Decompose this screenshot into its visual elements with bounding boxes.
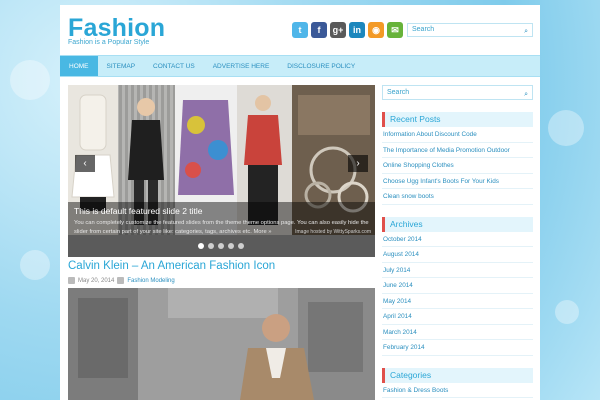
page-container: Fashion Fashion is a Popular Style t f g+ i… [60,5,540,400]
slider-dot[interactable] [238,243,244,249]
recent-posts-title: Recent Posts [382,112,533,127]
recent-posts-list: Information About Discount Code The Impor… [382,127,533,205]
archive-link[interactable]: May 2014 [382,294,533,309]
nav-item-sitemap[interactable]: Sitemap [98,56,145,76]
sidebar-search-input[interactable]: Search ⌕ [382,85,533,100]
site-header: Fashion Fashion is a Popular Style t f g+ i… [60,5,540,55]
post-meta: May 20, 2014 Fashion Modeling [68,277,175,284]
categories-list: Fashion & Dress Boots [382,383,533,398]
nav-item-advertise-here[interactable]: Advertise Here [204,56,279,76]
featured-slider: ‹ › This is default featured slide 2 tit… [68,85,375,257]
slider-prev-button[interactable]: ‹ [75,155,95,172]
archives-list: October 2014 August 2014 July 2014 June 201… [382,232,533,356]
categories-title: Categories [382,367,533,383]
post-featured-image[interactable] [68,288,375,400]
post-title[interactable]: Calvin Klein – An American Fashion Icon [68,260,275,272]
folder-icon [117,277,125,284]
category-link[interactable]: Fashion & Dress Boots [382,383,533,398]
header-search-placeholder: Search [412,26,435,33]
email-icon[interactable]: ✉ [387,22,403,38]
recent-post-link[interactable]: The Importance of Media Promotion Outdoo… [382,143,533,158]
sidebar-search-placeholder: Search [387,89,410,96]
nav-item-home[interactable]: Home [60,56,98,76]
googleplus-icon[interactable]: g+ [330,22,346,38]
recent-post-link[interactable]: Choose Ugg Infant's Boots For Your Kids [382,174,533,189]
site-tagline: Fashion is a Popular Style [68,39,150,46]
archive-link[interactable]: April 2014 [382,309,533,325]
background-bokeh [10,60,50,100]
background-bokeh [20,250,50,280]
rss-icon[interactable]: ◉ [368,22,384,38]
main-navigation: Home Sitemap Contact Us Advertise Here Discl… [60,55,540,77]
post-image-illustration [68,288,375,400]
background-bokeh [555,300,579,324]
recent-post-link[interactable]: Online Shopping Clothes [382,158,533,174]
slider-dot[interactable] [198,243,204,249]
recent-post-link[interactable]: Clean snow boots [382,189,533,205]
sidebar: Search ⌕ Recent Posts Information About … [382,85,533,398]
twitter-icon[interactable]: t [292,22,308,38]
post-category[interactable]: Fashion Modeling [127,278,174,284]
nav-item-contact-us[interactable]: Contact Us [144,56,204,76]
facebook-icon[interactable]: f [311,22,327,38]
slide-title[interactable]: This is default featured slide 2 title [74,206,369,216]
archive-link[interactable]: June 2014 [382,278,533,294]
recent-post-link[interactable]: Information About Discount Code [382,127,533,143]
archive-link[interactable]: March 2014 [382,325,533,340]
clock-icon [68,277,75,284]
social-icons: t f g+ in ◉ ✉ [292,22,403,38]
archive-link[interactable]: February 2014 [382,340,533,356]
slider-dot[interactable] [228,243,234,249]
slider-pagination [198,243,244,249]
archive-link[interactable]: October 2014 [382,232,533,247]
background-bokeh [548,110,584,146]
search-icon[interactable]: ⌕ [524,26,528,38]
search-icon[interactable]: ⌕ [524,88,528,101]
post-date: May 20, 2014 [78,277,115,284]
archives-title: Archives [382,216,533,232]
slider-dot[interactable] [208,243,214,249]
header-search-input[interactable]: Search ⌕ [407,23,533,37]
image-credit: Image hosted by WittySparks.com [295,229,371,235]
archive-link[interactable]: August 2014 [382,247,533,263]
slider-dot[interactable] [218,243,224,249]
linkedin-icon[interactable]: in [349,22,365,38]
slider-next-button[interactable]: › [348,155,368,172]
archive-link[interactable]: July 2014 [382,263,533,278]
nav-item-disclosure-policy[interactable]: Disclosure Policy [278,56,364,76]
